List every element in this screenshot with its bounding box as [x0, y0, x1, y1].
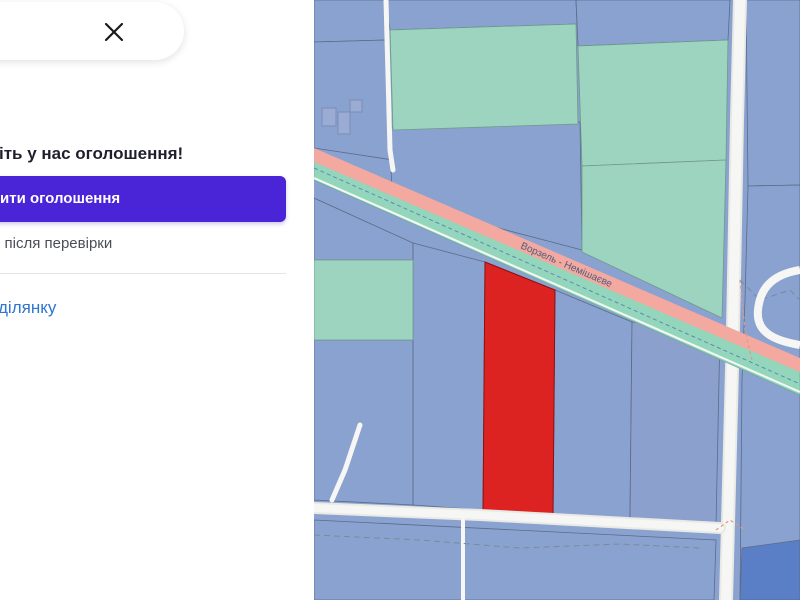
close-button[interactable]: [102, 20, 126, 44]
parcel[interactable]: [739, 539, 800, 600]
parcel[interactable]: [739, 184, 800, 600]
select-parcel-link[interactable]: ділянку: [0, 298, 56, 318]
parcel[interactable]: [745, 0, 800, 187]
divider: [0, 273, 286, 274]
search-bar[interactable]: [0, 2, 184, 60]
parcel[interactable]: [412, 242, 486, 511]
post-ad-button-label: ити оголошення: [0, 190, 121, 207]
parcel[interactable]: [552, 289, 633, 519]
selected-parcel[interactable]: [482, 261, 556, 518]
field[interactable]: [314, 259, 414, 341]
field[interactable]: [577, 39, 729, 167]
post-ad-button[interactable]: ити оголошення: [0, 176, 286, 222]
side-panel: іть у нас оголошення! ити оголошення і п…: [0, 0, 314, 600]
moderation-note: і після перевірки: [0, 235, 113, 252]
field[interactable]: [389, 23, 579, 131]
map-canvas[interactable]: Ворзель - Немішаєве: [314, 0, 800, 600]
parcel[interactable]: [314, 0, 389, 43]
parcel[interactable]: [575, 0, 731, 47]
parcel[interactable]: [314, 339, 414, 506]
close-icon[interactable]: [102, 20, 126, 44]
promo-heading: іть у нас оголошення!: [0, 144, 184, 163]
cadastral-map[interactable]: Ворзель - Немішаєве: [314, 0, 800, 600]
